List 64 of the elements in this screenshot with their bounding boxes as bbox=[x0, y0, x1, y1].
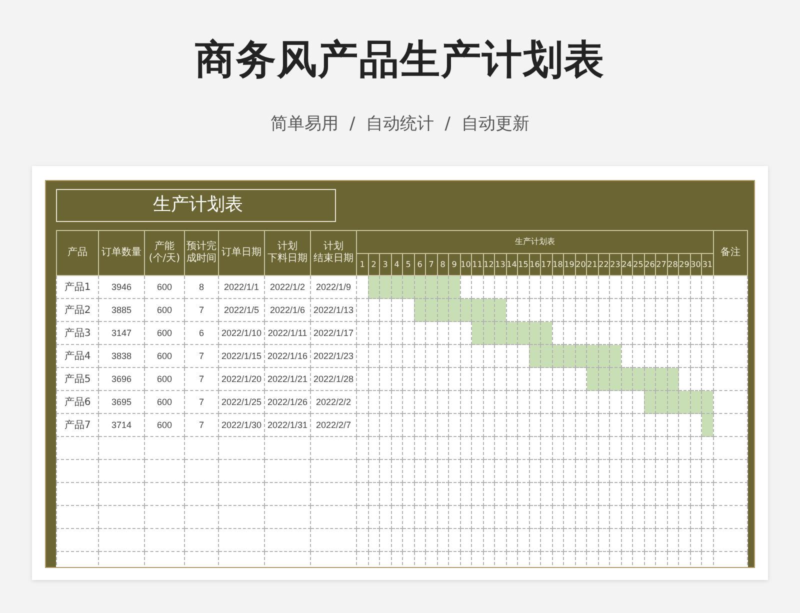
table-cell: 600 bbox=[144, 414, 184, 436]
column-subheader: 下料日期 bbox=[266, 253, 308, 265]
table-cell: 3147 bbox=[98, 322, 144, 344]
table-cell: 产品1 bbox=[56, 276, 98, 298]
table-cell: 7 bbox=[184, 344, 218, 368]
table-cell: 2022/1/9 bbox=[310, 276, 356, 298]
column-subheader: (个/天) bbox=[148, 253, 182, 265]
table-cell: 600 bbox=[144, 322, 184, 344]
table-cell: 600 bbox=[144, 276, 184, 298]
column-header: 订单日期 bbox=[220, 247, 262, 259]
table-cell: 6 bbox=[184, 322, 218, 344]
table-cell: 3695 bbox=[98, 390, 144, 414]
table-cell: 600 bbox=[144, 344, 184, 368]
column-header: 预计完成时间 bbox=[186, 241, 218, 265]
column-header: 计划 bbox=[322, 241, 344, 252]
table-cell: 产品7 bbox=[56, 414, 98, 436]
table-cell: 600 bbox=[144, 298, 184, 322]
table-cell: 7 bbox=[184, 414, 218, 436]
table-cell: 7 bbox=[184, 298, 218, 322]
table-cell: 2022/1/15 bbox=[218, 344, 264, 368]
table-cell: 3838 bbox=[98, 344, 144, 368]
table-cell: 2022/1/17 bbox=[310, 322, 356, 344]
table-cell: 3885 bbox=[98, 298, 144, 322]
column-header: 计划 bbox=[276, 241, 298, 252]
table-cell: 2022/1/11 bbox=[264, 322, 310, 344]
table-cell: 2022/1/26 bbox=[264, 390, 310, 414]
table-cell: 产品5 bbox=[56, 368, 98, 390]
table-cell: 2022/1/1 bbox=[218, 276, 264, 298]
column-header: 生产计划表 bbox=[356, 230, 714, 254]
table-cell: 2022/1/6 bbox=[264, 298, 310, 322]
table-cell: 2022/1/30 bbox=[218, 414, 264, 436]
page-subtitle: 简单易用 / 自动统计 / 自动更新 bbox=[270, 113, 530, 136]
table-cell: 3696 bbox=[98, 368, 144, 390]
column-header: 备注 bbox=[713, 230, 748, 276]
table-cell: 600 bbox=[144, 390, 184, 414]
table-cell: 2022/1/28 bbox=[310, 368, 356, 390]
table-cell: 2022/1/31 bbox=[264, 414, 310, 436]
table-cell: 2022/1/25 bbox=[218, 390, 264, 414]
table-cell: 产品6 bbox=[56, 390, 98, 414]
table-cell: 产品2 bbox=[56, 298, 98, 322]
table-cell: 600 bbox=[144, 368, 184, 390]
column-header: 产品 bbox=[66, 247, 88, 259]
table-cell: 2022/1/13 bbox=[310, 298, 356, 322]
column-subheader: 结束日期 bbox=[312, 253, 354, 265]
table-cell: 2022/1/10 bbox=[218, 322, 264, 344]
table-cell: 3714 bbox=[98, 414, 144, 436]
table-cell: 2022/1/23 bbox=[310, 344, 356, 368]
table-cell: 3946 bbox=[98, 276, 144, 298]
sheet-title: 生产计划表 bbox=[56, 189, 336, 222]
page-title: 商务风产品生产计划表 bbox=[195, 36, 605, 85]
table-cell: 2022/2/2 bbox=[310, 390, 356, 414]
table-cell: 2022/1/20 bbox=[218, 368, 264, 390]
table-cell: 7 bbox=[184, 390, 218, 414]
table-cell: 2022/1/5 bbox=[218, 298, 264, 322]
table-cell: 2022/1/21 bbox=[264, 368, 310, 390]
table-cell: 7 bbox=[184, 368, 218, 390]
table-cell: 8 bbox=[184, 276, 218, 298]
table-cell: 2022/1/16 bbox=[264, 344, 310, 368]
column-header: 产能 bbox=[154, 241, 176, 253]
table-cell: 2022/2/7 bbox=[310, 414, 356, 436]
column-header: 订单数量 bbox=[100, 247, 142, 259]
table-cell: 2022/1/2 bbox=[264, 276, 310, 298]
table-cell: 产品3 bbox=[56, 322, 98, 344]
table-cell: 产品4 bbox=[56, 344, 98, 368]
